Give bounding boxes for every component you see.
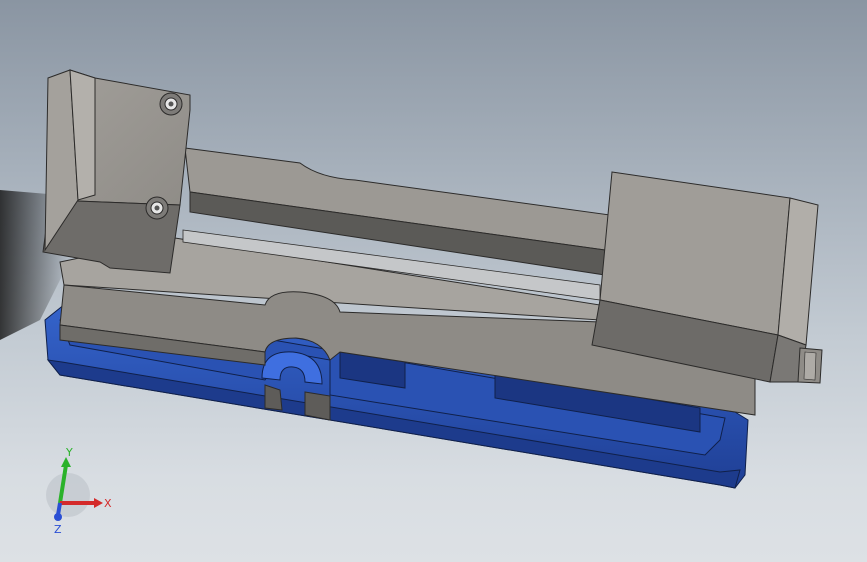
lead-screw-end[interactable] [797, 347, 823, 384]
screw-head-bottom[interactable] [145, 196, 169, 220]
y-axis-label: Y [65, 446, 73, 459]
x-axis-label: X [104, 497, 112, 510]
z-axis-label: Z [54, 523, 62, 535]
z-axis-arrowhead [54, 513, 62, 521]
rail-center-notch-right [304, 391, 331, 421]
vise-fixed-jaw[interactable] [42, 69, 191, 274]
vise-model-scene[interactable] [0, 0, 867, 562]
vise-movable-jaw[interactable] [591, 171, 819, 383]
orientation-triad[interactable]: Y X Z [40, 445, 130, 535]
screw-head-top[interactable] [159, 92, 183, 116]
triad-backdrop [46, 473, 90, 517]
graphics-viewport[interactable]: Y X Z [0, 0, 867, 562]
x-axis-arrowhead [94, 498, 103, 508]
